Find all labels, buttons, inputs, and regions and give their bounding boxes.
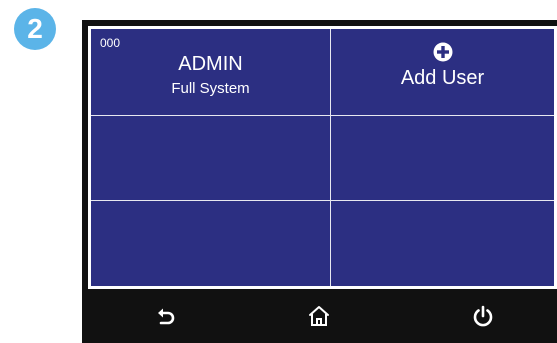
plus-circle-icon bbox=[433, 42, 452, 62]
user-grid: 000 ADMIN Full System Add User bbox=[91, 29, 554, 286]
power-button[interactable] bbox=[468, 301, 498, 331]
home-icon bbox=[309, 306, 329, 326]
empty-user-slot[interactable] bbox=[91, 116, 331, 201]
empty-user-slot[interactable] bbox=[331, 116, 554, 201]
user-id: 000 bbox=[100, 36, 121, 50]
home-button[interactable] bbox=[304, 301, 334, 331]
add-user-button[interactable]: Add User bbox=[331, 29, 554, 116]
add-user-label: Add User bbox=[400, 67, 485, 89]
power-icon bbox=[473, 305, 493, 327]
empty-user-slot[interactable] bbox=[331, 201, 554, 286]
user-name: ADMIN bbox=[178, 53, 243, 75]
user-tile-admin[interactable]: 000 ADMIN Full System bbox=[91, 29, 331, 116]
back-arrow-icon bbox=[158, 308, 175, 325]
back-button[interactable] bbox=[151, 301, 181, 331]
touch-screen: 000 ADMIN Full System Add User bbox=[88, 26, 557, 289]
user-role: Full System bbox=[171, 80, 250, 97]
step-badge: 2 bbox=[14, 8, 56, 50]
bottom-nav-bar bbox=[82, 289, 557, 343]
empty-user-slot[interactable] bbox=[91, 201, 331, 286]
device-panel: 000 ADMIN Full System Add User bbox=[82, 20, 557, 343]
